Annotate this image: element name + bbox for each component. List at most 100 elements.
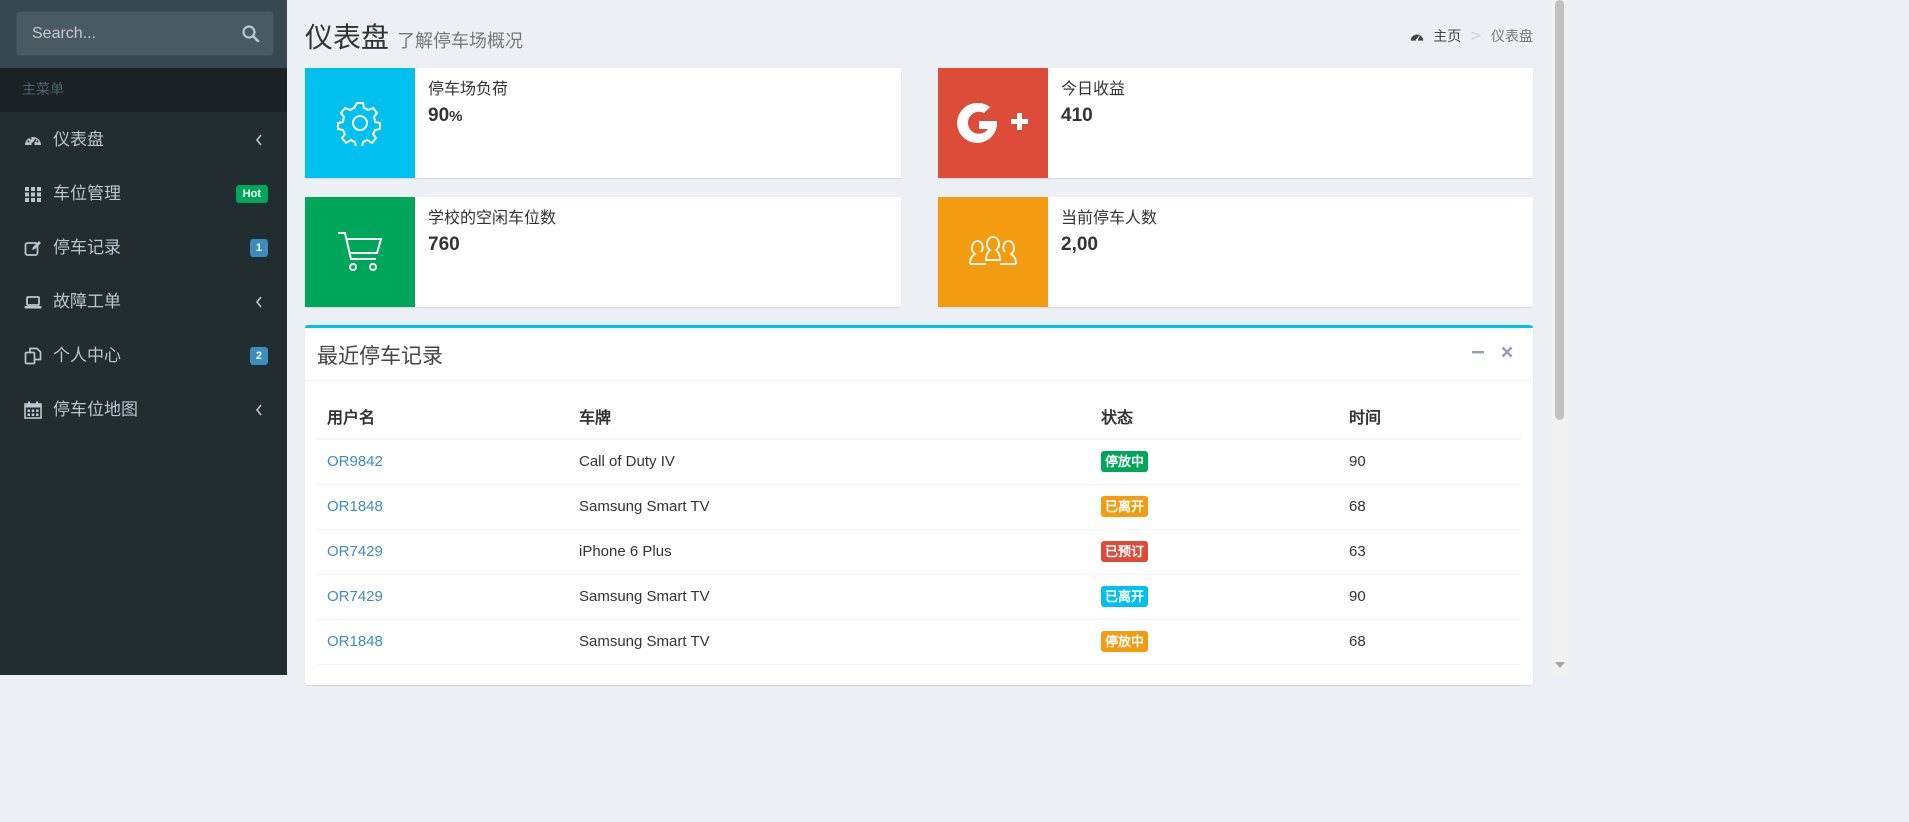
box-header: 最近停车记录 — [305, 328, 1533, 381]
status-badge: 已预订 — [1101, 541, 1149, 562]
table-row: OR9842 Call of Duty IV 停放中 90 — [317, 439, 1521, 485]
records-table: 用户名 车牌 状态 时间 OR9842 Call of Duty IV 停放中 … — [317, 394, 1521, 665]
info-box-label: 学校的空闲车位数 — [428, 208, 557, 227]
info-box-icon-bg — [305, 197, 415, 307]
page-scrollbar[interactable] — [1551, 0, 1568, 675]
page-subtitle: 了解停车场概况 — [397, 31, 524, 51]
copy-icon — [24, 347, 42, 365]
status-cell: 已离开 — [1091, 484, 1339, 530]
sidebar: 主菜单 仪表盘 车位管理 Hot 停车记录 1 — [0, 0, 287, 675]
sidebar-item-parking-records[interactable]: 停车记录 1 — [0, 221, 287, 275]
info-box-label: 今日收益 — [1061, 79, 1126, 98]
time-cell: 90 — [1339, 574, 1521, 620]
chevron-left-icon — [255, 404, 262, 416]
status-cell: 停放中 — [1091, 439, 1339, 485]
page-title: 仪表盘 了解停车场概况 — [305, 16, 523, 56]
status-cell: 已预订 — [1091, 529, 1339, 575]
info-box-label: 当前停车人数 — [1061, 208, 1158, 227]
info-box-value: 90% — [428, 105, 462, 127]
breadcrumb-current: 仪表盘 — [1491, 29, 1533, 45]
sidebar-item-label: 停车记录 — [53, 238, 121, 258]
status-badge: 停放中 — [1101, 631, 1149, 652]
sidebar-search-area — [0, 0, 287, 68]
search-form — [16, 11, 274, 56]
scrollbar-thumb[interactable] — [1555, 0, 1564, 420]
main-menu-header: 主菜单 — [0, 68, 287, 112]
info-box-current-parkers: 当前停车人数 2,00 — [938, 197, 1533, 307]
edit-icon — [24, 241, 41, 256]
cart-icon — [338, 232, 383, 271]
user-link[interactable]: OR9842 — [327, 453, 383, 470]
user-cell: OR1848 — [317, 484, 569, 530]
user-link[interactable]: OR1848 — [327, 633, 383, 650]
close-icon[interactable] — [1499, 344, 1515, 360]
time-cell: 90 — [1339, 439, 1521, 485]
status-badge: 已离开 — [1101, 496, 1149, 517]
status-badge: 停放中 — [1101, 451, 1149, 473]
plate-cell: iPhone 6 Plus — [569, 529, 1091, 575]
sidebar-item-personal-center[interactable]: 个人中心 2 — [0, 329, 287, 383]
chevron-left-icon — [255, 296, 262, 308]
minus-icon[interactable] — [1470, 344, 1486, 360]
user-link[interactable]: OR1848 — [327, 498, 383, 515]
time-cell: 63 — [1339, 529, 1521, 575]
info-box-value: 760 — [428, 234, 460, 255]
user-cell: OR7429 — [317, 529, 569, 575]
search-icon[interactable] — [241, 24, 261, 44]
users-icon — [969, 236, 1017, 265]
user-link[interactable]: OR7429 — [327, 588, 383, 605]
info-box-value: 410 — [1061, 105, 1093, 126]
user-link[interactable]: OR7429 — [327, 543, 383, 560]
plate-cell: Samsung Smart TV — [569, 574, 1091, 620]
user-cell: OR1848 — [317, 619, 569, 665]
count-badge: 2 — [249, 347, 268, 365]
info-box-number: 90 — [428, 105, 450, 126]
sidebar-item-parking-management[interactable]: 车位管理 Hot — [0, 167, 287, 221]
column-header: 状态 — [1091, 394, 1339, 440]
info-box-label: 停车场负荷 — [428, 79, 509, 98]
calendar-icon — [24, 401, 42, 419]
column-header: 车牌 — [569, 394, 1091, 440]
plate-cell: Call of Duty IV — [569, 439, 1091, 485]
plate-cell: Samsung Smart TV — [569, 484, 1091, 530]
time-cell: 68 — [1339, 484, 1521, 530]
user-cell: OR9842 — [317, 439, 569, 485]
info-box-icon-bg — [938, 68, 1048, 178]
recent-records-box: 最近停车记录 用户名 车牌 状态 时间 OR9842 Call of Duty … — [305, 325, 1533, 685]
plate-cell: Samsung Smart TV — [569, 619, 1091, 665]
hot-badge: Hot — [235, 185, 268, 203]
breadcrumb: 主页 > 仪表盘 — [1410, 26, 1533, 46]
table-row: OR1848 Samsung Smart TV 已离开 68 — [317, 484, 1521, 530]
grid-icon — [25, 187, 41, 202]
info-box-free-spaces: 学校的空闲车位数 760 — [305, 197, 901, 307]
sidebar-item-parking-map[interactable]: 停车位地图 — [0, 383, 287, 437]
status-badge: 已离开 — [1101, 586, 1149, 607]
sidebar-item-label: 个人中心 — [53, 346, 121, 366]
status-cell: 停放中 — [1091, 619, 1339, 665]
laptop-icon — [24, 296, 42, 309]
google-plus-icon — [957, 102, 1028, 143]
sidebar-item-label: 停车位地图 — [53, 400, 138, 420]
sidebar-item-dashboard[interactable]: 仪表盘 — [0, 113, 287, 167]
info-box-parking-load: 停车场负荷 90% — [305, 68, 901, 178]
scroll-down-arrow-icon[interactable] — [1555, 662, 1565, 668]
user-cell: OR7429 — [317, 574, 569, 620]
table-row: OR7429 iPhone 6 Plus 已预订 63 — [317, 529, 1521, 575]
info-box-icon-bg — [938, 197, 1048, 307]
count-badge: 1 — [249, 239, 268, 257]
column-header: 用户名 — [317, 394, 569, 440]
sidebar-item-label: 车位管理 — [53, 184, 121, 204]
breadcrumb-separator: > — [1470, 28, 1482, 44]
breadcrumb-home-link[interactable]: 主页 — [1433, 26, 1461, 46]
sidebar-item-label: 故障工单 — [53, 292, 121, 312]
time-cell: 68 — [1339, 619, 1521, 665]
sidebar-item-label: 仪表盘 — [53, 130, 104, 150]
sidebar-item-fault-tickets[interactable]: 故障工单 — [0, 275, 287, 329]
gear-icon — [337, 102, 381, 146]
info-box-today-revenue: 今日收益 410 — [938, 68, 1533, 178]
dashboard-icon — [25, 137, 41, 146]
page-title-text: 仪表盘 — [305, 22, 390, 53]
chevron-left-icon — [255, 134, 262, 146]
search-input[interactable] — [17, 12, 232, 55]
table-row: OR1848 Samsung Smart TV 停放中 68 — [317, 619, 1521, 665]
